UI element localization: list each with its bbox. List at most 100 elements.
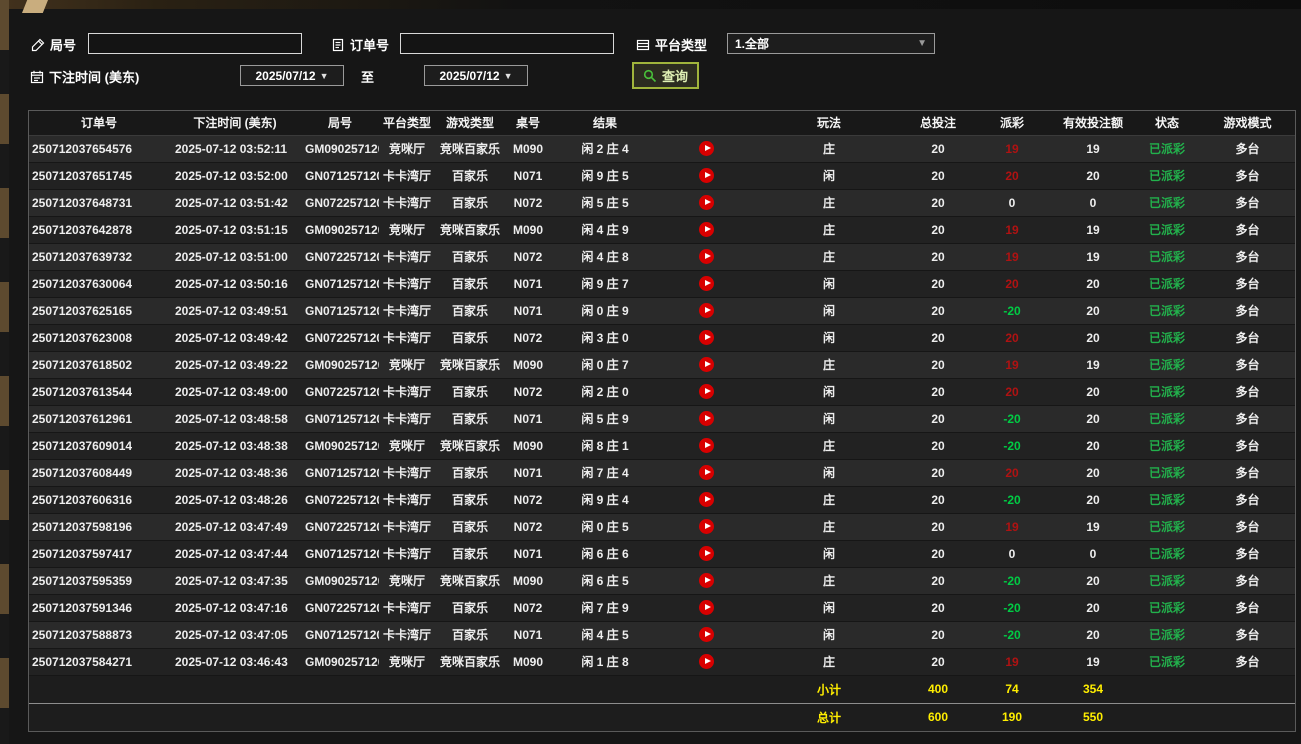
bet-time-cell: 2025-07-12 03:49:22 bbox=[175, 357, 288, 372]
play-type-cell: 闲 bbox=[822, 169, 835, 183]
bet-time-cell: 2025-07-12 03:47:35 bbox=[175, 573, 288, 588]
play-video-icon[interactable] bbox=[699, 465, 714, 481]
valid-bet-cell: 20 bbox=[1086, 492, 1100, 507]
table-row: 250712037618502 2025-07-12 03:49:22 GM09… bbox=[29, 351, 1295, 378]
date-from-picker[interactable]: 2025/07/12 ▼ bbox=[240, 65, 344, 86]
total-bet-cell: 20 bbox=[931, 492, 945, 507]
col-game-mode: 游戏模式 bbox=[1200, 111, 1295, 136]
records-body: 250712037654576 2025-07-12 03:52:11 GM09… bbox=[29, 135, 1295, 675]
platform-type-cell: 竞咪厅 bbox=[388, 223, 425, 237]
status-cell: 已派彩 bbox=[1148, 574, 1185, 588]
game-mode-cell: 多台 bbox=[1235, 169, 1260, 183]
play-type-cell: 闲 bbox=[822, 547, 835, 561]
table-no-cell: N072 bbox=[513, 330, 543, 345]
play-video-icon[interactable] bbox=[699, 384, 714, 400]
play-video-icon[interactable] bbox=[699, 654, 714, 670]
platform-type-select[interactable]: 1.全部 ▼ bbox=[727, 33, 935, 54]
result-cell: 闲 5 庄 9 bbox=[581, 412, 629, 426]
play-video-icon[interactable] bbox=[699, 627, 714, 643]
replay-cell bbox=[659, 513, 754, 540]
play-video-icon[interactable] bbox=[699, 249, 714, 265]
table-row: 250712037651745 2025-07-12 03:52:00 GN07… bbox=[29, 162, 1295, 189]
game-type-cell: 竞咪百家乐 bbox=[439, 223, 500, 237]
play-video-icon[interactable] bbox=[699, 573, 714, 589]
order-id-cell: 250712037612961 bbox=[32, 411, 133, 426]
total-bet-cell: 20 bbox=[931, 519, 945, 534]
date-from-value: 2025/07/12 bbox=[255, 68, 316, 83]
date-to-picker[interactable]: 2025/07/12 ▼ bbox=[424, 65, 528, 86]
payout-cell: 20 bbox=[1005, 330, 1019, 345]
total-bet-cell: 20 bbox=[931, 546, 945, 561]
play-type-cell: 闲 bbox=[822, 385, 835, 399]
play-video-icon[interactable] bbox=[699, 519, 714, 535]
platform-type-cell: 卡卡湾厅 bbox=[382, 304, 431, 318]
play-type-cell: 庄 bbox=[822, 223, 835, 237]
play-video-icon[interactable] bbox=[699, 222, 714, 238]
replay-cell bbox=[659, 378, 754, 405]
query-button-label: 查询 bbox=[662, 69, 689, 84]
play-video-icon[interactable] bbox=[699, 600, 714, 616]
play-video-icon[interactable] bbox=[699, 357, 714, 373]
bet-records-table: 订单号 下注时间 (美东) 局号 平台类型 游戏类型 桌号 结果 玩法 总投注 … bbox=[28, 110, 1296, 732]
valid-bet-cell: 19 bbox=[1086, 519, 1100, 534]
status-cell: 已派彩 bbox=[1148, 547, 1185, 561]
order-id-cell: 250712037648731 bbox=[32, 195, 133, 210]
chevron-down-icon: ▼ bbox=[917, 38, 927, 49]
platform-type-cell: 卡卡湾厅 bbox=[382, 466, 431, 480]
query-button[interactable]: 查询 bbox=[632, 62, 700, 89]
result-cell: 闲 1 庄 8 bbox=[581, 655, 629, 669]
result-cell: 闲 9 庄 4 bbox=[581, 493, 629, 507]
payout-cell: 0 bbox=[1008, 546, 1016, 561]
play-type-cell: 庄 bbox=[822, 358, 835, 372]
game-mode-cell: 多台 bbox=[1235, 520, 1260, 534]
total-bet-cell: 20 bbox=[931, 249, 945, 264]
play-video-icon[interactable] bbox=[699, 411, 714, 427]
grand-total-total-bet: 600 bbox=[927, 710, 949, 725]
play-video-icon[interactable] bbox=[699, 492, 714, 508]
table-row: 250712037591346 2025-07-12 03:47:16 GN07… bbox=[29, 594, 1295, 621]
replay-cell bbox=[659, 567, 754, 594]
table-no-cell: N072 bbox=[513, 492, 543, 507]
replay-cell bbox=[659, 621, 754, 648]
total-bet-cell: 20 bbox=[931, 573, 945, 588]
status-cell: 已派彩 bbox=[1148, 601, 1185, 615]
valid-bet-cell: 20 bbox=[1086, 573, 1100, 588]
payout-cell: 19 bbox=[1005, 141, 1019, 156]
col-order-id: 订单号 bbox=[29, 111, 169, 136]
round-id-cell: GN07225712094 bbox=[305, 600, 379, 615]
valid-bet-cell: 20 bbox=[1086, 303, 1100, 318]
total-bet-cell: 20 bbox=[931, 384, 945, 399]
play-video-icon[interactable] bbox=[699, 168, 714, 184]
play-video-icon[interactable] bbox=[699, 276, 714, 292]
bet-time-cell: 2025-07-12 03:47:05 bbox=[175, 627, 288, 642]
order-id-cell: 250712037597417 bbox=[32, 546, 133, 561]
play-video-icon[interactable] bbox=[699, 141, 714, 157]
play-video-icon[interactable] bbox=[699, 438, 714, 454]
game-type-cell: 百家乐 bbox=[451, 250, 488, 264]
replay-cell bbox=[659, 297, 754, 324]
pencil-icon bbox=[31, 38, 45, 52]
grand-total-valid-bet: 550 bbox=[1082, 710, 1104, 725]
bet-time-cell: 2025-07-12 03:50:16 bbox=[175, 276, 288, 291]
play-video-icon[interactable] bbox=[699, 330, 714, 346]
platform-type-label: 平台类型 bbox=[636, 35, 707, 54]
play-type-cell: 庄 bbox=[822, 655, 835, 669]
play-video-icon[interactable] bbox=[699, 303, 714, 319]
platform-type-cell: 卡卡湾厅 bbox=[382, 250, 431, 264]
play-video-icon[interactable] bbox=[699, 195, 714, 211]
game-type-cell: 百家乐 bbox=[451, 169, 488, 183]
play-video-icon[interactable] bbox=[699, 546, 714, 562]
order-id-cell: 250712037595359 bbox=[32, 573, 133, 588]
payout-cell: 20 bbox=[1005, 465, 1019, 480]
payout-cell: -20 bbox=[1003, 411, 1021, 426]
status-cell: 已派彩 bbox=[1148, 223, 1185, 237]
order-no-input[interactable] bbox=[400, 33, 614, 54]
total-bet-cell: 20 bbox=[931, 627, 945, 642]
round-no-input[interactable] bbox=[88, 33, 302, 54]
game-type-cell: 百家乐 bbox=[451, 331, 488, 345]
round-id-cell: GN07225712095 bbox=[305, 519, 379, 534]
order-id-cell: 250712037630064 bbox=[32, 276, 133, 291]
game-mode-cell: 多台 bbox=[1235, 574, 1260, 588]
order-id-cell: 250712037613544 bbox=[32, 384, 133, 399]
bet-time-cell: 2025-07-12 03:48:58 bbox=[175, 411, 288, 426]
